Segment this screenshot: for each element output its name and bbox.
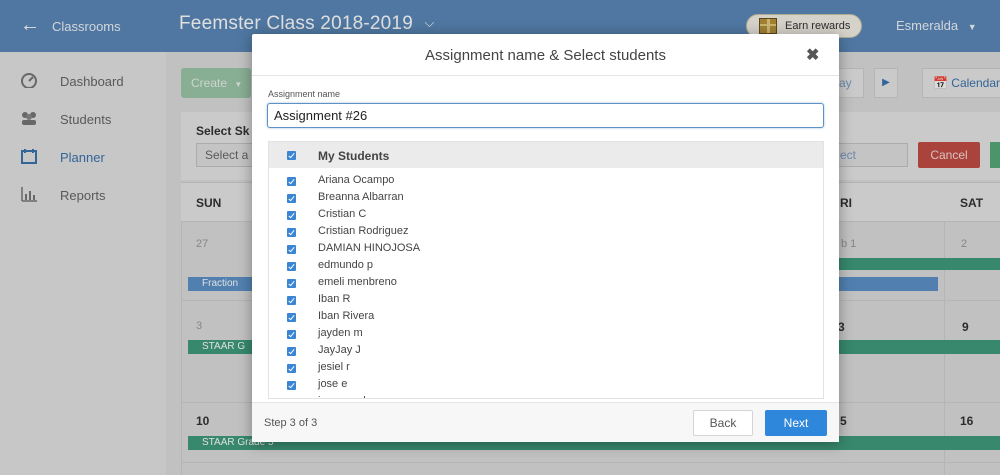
step-indicator: Step 3 of 3	[264, 417, 318, 429]
student-checkbox[interactable]	[287, 228, 296, 237]
student-name: JayJay J	[318, 344, 361, 356]
modal-title: Assignment name & Select students	[425, 47, 666, 64]
student-list[interactable]: My Students Ariana Ocampo Breanna Albarra…	[268, 141, 824, 399]
assignment-name-input[interactable]	[267, 103, 824, 128]
close-icon[interactable]: ✖	[806, 45, 819, 65]
student-name: Iban Rivera	[318, 310, 375, 322]
student-name: Iban R	[318, 293, 351, 305]
student-checkbox[interactable]	[287, 279, 296, 288]
student-checkbox[interactable]	[287, 330, 296, 339]
student-name: jayden m	[318, 327, 363, 339]
student-row[interactable]: Ariana Ocampo	[269, 173, 823, 190]
student-row[interactable]: Iban Rivera	[269, 309, 823, 326]
student-row[interactable]: Cristian Rodriguez	[269, 224, 823, 241]
modal-header: Assignment name & Select students ✖	[252, 34, 839, 76]
student-row[interactable]: emeli menbreno	[269, 275, 823, 292]
student-name: edmundo p	[318, 259, 374, 271]
student-checkbox[interactable]	[287, 381, 296, 390]
student-name: emeli menbreno	[318, 276, 397, 288]
student-name: jesiel r	[318, 361, 350, 373]
student-checkbox[interactable]	[287, 296, 296, 305]
student-row[interactable]: edmundo p	[269, 258, 823, 275]
assignment-name-label: Assignment name	[268, 89, 341, 99]
student-checkbox[interactable]	[287, 211, 296, 220]
student-row[interactable]: Cristian C	[269, 207, 823, 224]
student-row[interactable]: JayJay J	[269, 343, 823, 360]
student-checkbox[interactable]	[287, 398, 296, 399]
student-checkbox[interactable]	[287, 194, 296, 203]
next-button[interactable]: Next	[765, 410, 827, 436]
student-row[interactable]: jose e	[269, 377, 823, 394]
student-row[interactable]: josue godoy	[269, 394, 823, 399]
student-name: jose e	[318, 378, 348, 390]
modal-footer: Step 3 of 3 Back Next	[252, 402, 839, 442]
select-all-checkbox[interactable]	[287, 151, 296, 160]
student-name: Breanna Albarran	[318, 191, 404, 203]
student-checkbox[interactable]	[287, 245, 296, 254]
student-checkbox[interactable]	[287, 347, 296, 356]
student-checkbox[interactable]	[287, 313, 296, 322]
student-name: DAMIAN HINOJOSA	[318, 242, 421, 254]
student-name: josue godoy	[318, 395, 377, 398]
student-name: Cristian Rodriguez	[318, 225, 409, 237]
student-name: Cristian C	[318, 208, 367, 220]
student-row[interactable]: Breanna Albarran	[269, 190, 823, 207]
assignment-modal: Assignment name & Select students ✖ Assi…	[252, 34, 839, 442]
student-checkbox[interactable]	[287, 177, 296, 186]
student-checkbox[interactable]	[287, 262, 296, 271]
student-row[interactable]: Iban R	[269, 292, 823, 309]
my-students-label: My Students	[318, 149, 390, 163]
back-button[interactable]: Back	[693, 410, 753, 436]
student-checkbox[interactable]	[287, 364, 296, 373]
student-row[interactable]: jesiel r	[269, 360, 823, 377]
student-row[interactable]: jayden m	[269, 326, 823, 343]
student-row[interactable]: DAMIAN HINOJOSA	[269, 241, 823, 258]
select-all-row[interactable]: My Students	[269, 142, 823, 168]
student-name: Ariana Ocampo	[318, 174, 395, 186]
